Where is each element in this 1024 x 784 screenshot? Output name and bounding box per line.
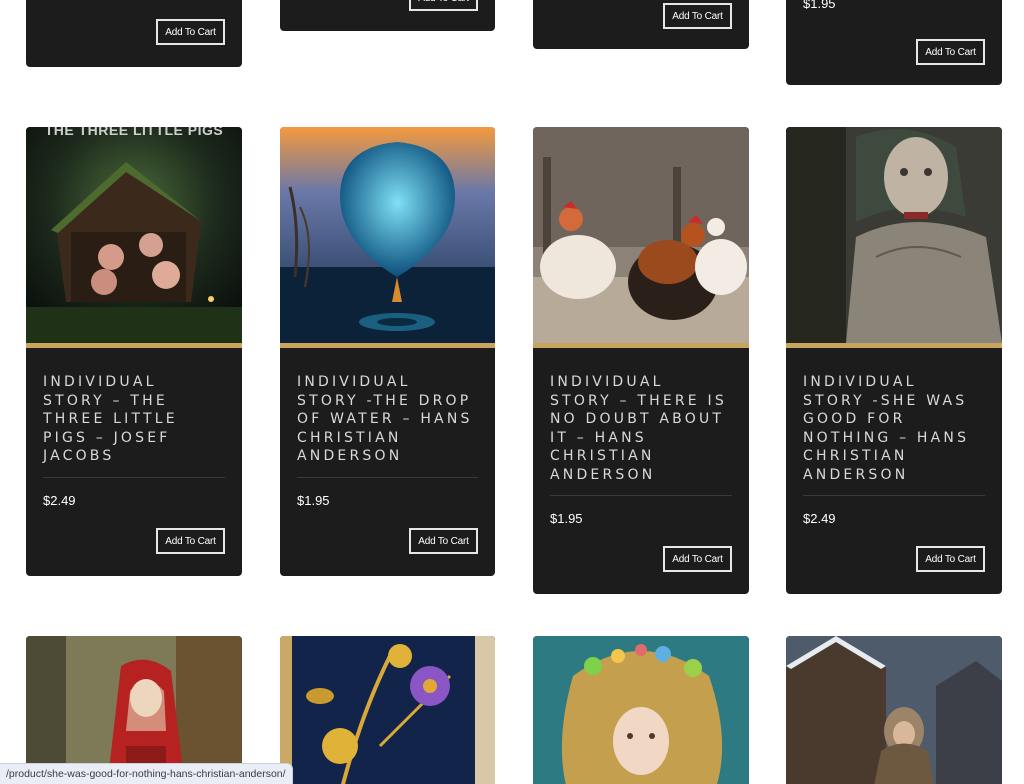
girl-portrait-image[interactable] (786, 127, 1002, 343)
chickens-image[interactable] (533, 127, 749, 343)
product-card: INDIVIDUAL STORY -SHE WAS GOOD FOR NOTHI… (786, 127, 1002, 594)
add-to-cart-button[interactable]: Add To Cart (916, 546, 985, 572)
product-price: $1.95 (550, 511, 583, 526)
product-card: INDIVIDUAL STORY – THERE IS NO DOUBT ABO… (533, 127, 749, 594)
product-price: $1.95 (297, 492, 330, 508)
flower-crown-girl-image[interactable] (533, 636, 749, 784)
gold-accent-bar (26, 343, 242, 348)
product-card (26, 636, 242, 784)
add-to-cart-button[interactable]: Add To Cart (409, 0, 478, 11)
drop-of-water-image[interactable] (280, 127, 495, 343)
product-card: Add To Cart (533, 0, 749, 49)
gold-accent-bar (786, 343, 1002, 348)
product-card: Add To Cart (26, 0, 242, 67)
product-grid-page: Add To Cart Add To Cart Add To Cart $1.9… (0, 0, 1024, 784)
product-title[interactable]: INDIVIDUAL STORY -SHE WAS GOOD FOR NOTHI… (803, 373, 985, 484)
red-riding-hood-image[interactable] (26, 636, 242, 784)
product-title[interactable]: INDIVIDUAL STORY – THERE IS NO DOUBT ABO… (550, 373, 732, 484)
product-card: Add To Cart (280, 0, 495, 31)
browser-status-url: /product/she-was-good-for-nothing-hans-c… (0, 763, 293, 784)
product-title[interactable]: INDIVIDUAL STORY -THE DROP OF WATER – HA… (297, 373, 478, 466)
add-to-cart-button[interactable]: Add To Cart (409, 528, 478, 554)
product-card (786, 636, 1002, 784)
product-card (533, 636, 749, 784)
add-to-cart-button[interactable]: Add To Cart (916, 39, 985, 65)
three-little-pigs-image[interactable]: THE THREE LITTLE PIGS (26, 127, 242, 343)
divider (297, 476, 478, 478)
product-price: $2.49 (43, 492, 76, 508)
image-caption-text: THE THREE LITTLE PIGS (44, 127, 224, 138)
product-card: $1.95 Add To Cart (786, 0, 1002, 85)
add-to-cart-button[interactable]: Add To Cart (156, 19, 225, 45)
divider (803, 495, 985, 496)
winter-child-image[interactable] (786, 636, 1002, 784)
product-card: THE THREE LITTLE PIGS INDIVIDUAL STORY –… (26, 127, 242, 576)
add-to-cart-button[interactable]: Add To Cart (663, 3, 732, 29)
add-to-cart-button[interactable]: Add To Cart (156, 528, 225, 554)
add-to-cart-button[interactable]: Add To Cart (663, 546, 732, 572)
product-card (280, 636, 495, 784)
divider (43, 476, 225, 478)
gold-accent-bar (280, 343, 495, 348)
product-price: $1.95 (803, 0, 836, 11)
product-price: $2.49 (803, 511, 836, 526)
product-title[interactable]: INDIVIDUAL STORY – THE THREE LITTLE PIGS… (43, 373, 225, 466)
gold-accent-bar (533, 343, 749, 348)
divider (550, 495, 732, 496)
product-card: INDIVIDUAL STORY -THE DROP OF WATER – HA… (280, 127, 495, 576)
golden-flowers-book-image[interactable] (280, 636, 495, 784)
